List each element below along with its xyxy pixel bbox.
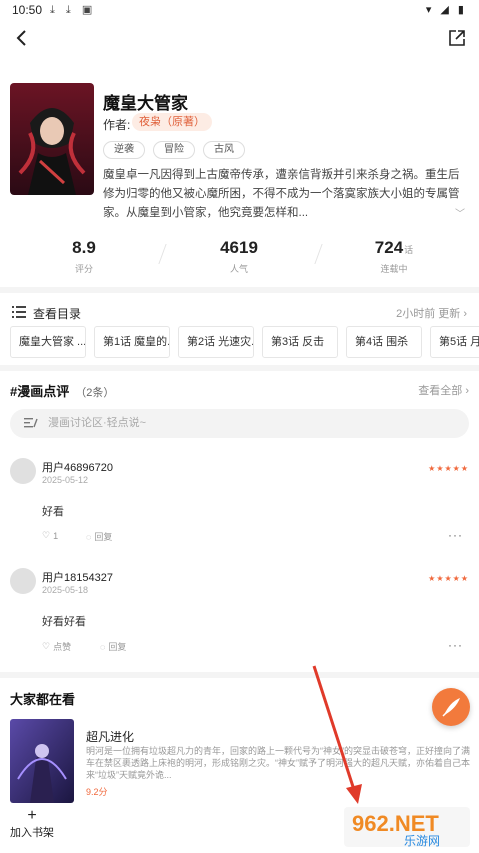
add-shelf-label: 加入书架 bbox=[10, 827, 54, 839]
comment-date: 2025-05-18 bbox=[42, 585, 89, 595]
rating-stars: ★★★★★ bbox=[428, 574, 469, 583]
recommend-name[interactable]: 超凡进化 bbox=[86, 728, 134, 745]
discussion-placeholder: 漫画讨论区·轻点说~ bbox=[48, 417, 147, 429]
watermark-text: 962.NET bbox=[352, 811, 439, 836]
stats-row: 8.9 评分 4619 人气 724话 连载中 bbox=[0, 238, 479, 278]
recommend-cover[interactable] bbox=[10, 719, 74, 803]
recommend-score: 9.2分 bbox=[86, 787, 108, 797]
signal-battery-icons: ▾ ◢ ▮ bbox=[425, 4, 467, 16]
stat-label: 连载中 bbox=[380, 264, 408, 274]
tag[interactable]: 逆袭 bbox=[103, 141, 145, 159]
recommend-title: 大家都在看 bbox=[10, 692, 76, 707]
stat-divider bbox=[158, 244, 167, 264]
stat-value: 724 bbox=[374, 238, 404, 257]
share-icon[interactable] bbox=[447, 28, 467, 48]
list-icon bbox=[12, 306, 26, 318]
watermark-sub: 乐游网 bbox=[404, 834, 440, 848]
reply-label: 回复 bbox=[108, 642, 127, 652]
chevron-right-icon: › bbox=[465, 385, 469, 397]
chevron-down-icon[interactable]: ﹀ bbox=[455, 205, 465, 220]
tag-list: 逆袭 冒险 古风 bbox=[103, 141, 245, 159]
catalog-row[interactable]: 查看目录 2小时前 更新 › bbox=[0, 303, 479, 323]
book-description[interactable]: 魔皇卓一凡因得到上古魔帝传承，遭亲信背叛并引来杀身之祸。重生后修为归零的他又被心… bbox=[103, 166, 468, 223]
catalog-update: 2小时前 更新 › bbox=[396, 305, 467, 321]
comment-date: 2025-05-12 bbox=[42, 475, 89, 485]
section-divider bbox=[0, 365, 479, 371]
stat-rating: 8.9 评分 bbox=[34, 238, 134, 275]
like-count: 1 bbox=[53, 530, 59, 541]
book-cover bbox=[10, 83, 94, 195]
avatar[interactable] bbox=[10, 568, 36, 594]
chapter-list: 魔皇大管家 ... 第1话 魔皇的... 第2话 光速灾... 第3话 反击 第… bbox=[10, 326, 479, 358]
chapter-item[interactable]: 第2话 光速灾... bbox=[178, 326, 254, 358]
chapter-item[interactable]: 第5话 月 bbox=[430, 326, 479, 358]
like-button[interactable]: ♡ 1 bbox=[42, 530, 58, 541]
chat-bubble-icon: ◌ bbox=[86, 531, 92, 542]
reply-button[interactable]: ◌ 回复 bbox=[100, 640, 126, 653]
chapter-item[interactable]: 第4话 围杀 bbox=[346, 326, 422, 358]
rating-stars: ★★★★★ bbox=[428, 464, 469, 473]
like-button[interactable]: ♡ 点赞 bbox=[42, 640, 71, 653]
heart-icon: ♡ bbox=[42, 641, 51, 651]
author-chip[interactable]: 夜枭（原著） bbox=[132, 113, 212, 131]
top-bar bbox=[0, 24, 479, 54]
comment-text: 好看好看 bbox=[42, 616, 86, 628]
write-comment-button[interactable] bbox=[432, 688, 470, 726]
chevron-right-icon: › bbox=[463, 308, 467, 320]
reply-button[interactable]: ◌ 回复 bbox=[86, 530, 112, 543]
discussion-input[interactable]: 漫画讨论区·轻点说~ bbox=[10, 409, 469, 438]
add-to-shelf-button[interactable]: + 加入书架 bbox=[8, 808, 56, 840]
recommend-description: 明河是一位拥有垃圾超凡力的青年，回家的路上一颗代号为“神女”的突显击破苍穹，正好… bbox=[86, 746, 470, 780]
section-divider bbox=[0, 287, 479, 293]
feather-pen-icon bbox=[442, 698, 460, 717]
comments-count: （2条） bbox=[75, 387, 115, 399]
like-label: 点赞 bbox=[53, 642, 72, 652]
update-text: 2小时前 更新 bbox=[396, 308, 461, 320]
watermark-logo: 962.NET 乐游网 bbox=[342, 805, 472, 849]
stat-popularity: 4619 人气 bbox=[189, 238, 289, 275]
heart-icon: ♡ bbox=[42, 530, 51, 540]
tag[interactable]: 冒险 bbox=[153, 141, 195, 159]
more-options-icon[interactable]: ··· bbox=[448, 528, 463, 542]
chapter-item[interactable]: 魔皇大管家 ... bbox=[10, 326, 86, 358]
comment-text: 好看 bbox=[42, 506, 64, 518]
see-all-text: 查看全部 bbox=[418, 385, 463, 397]
catalog-label: 查看目录 bbox=[33, 307, 82, 321]
see-all-link[interactable]: 查看全部 › bbox=[418, 382, 469, 398]
download-notification-icons: ⤓ ⤓ ▣ bbox=[50, 4, 97, 16]
stat-value: 4619 bbox=[220, 238, 258, 257]
avatar[interactable] bbox=[10, 458, 36, 484]
comment-username[interactable]: 用户18154327 bbox=[42, 569, 113, 585]
stat-label: 评分 bbox=[74, 264, 93, 274]
status-bar: 10:50 ⤓ ⤓ ▣ ▾ ◢ ▮ bbox=[0, 0, 479, 20]
section-divider bbox=[0, 672, 479, 678]
reply-label: 回复 bbox=[94, 532, 113, 542]
plus-icon: + bbox=[27, 807, 37, 824]
more-options-icon[interactable]: ··· bbox=[448, 638, 463, 652]
back-icon[interactable] bbox=[12, 28, 32, 48]
chapter-item[interactable]: 第3话 反击 bbox=[262, 326, 338, 358]
edit-list-icon bbox=[24, 418, 38, 428]
chapter-item[interactable]: 第1话 魔皇的... bbox=[94, 326, 170, 358]
book-title: 魔皇大管家 bbox=[103, 94, 188, 113]
stat-chapters: 724话 连载中 bbox=[344, 238, 444, 275]
comment-username[interactable]: 用户46896720 bbox=[42, 459, 113, 475]
stat-value: 8.9 bbox=[72, 238, 96, 257]
tag[interactable]: 古风 bbox=[203, 141, 245, 159]
chat-bubble-icon: ◌ bbox=[100, 641, 106, 652]
author-label: 作者: bbox=[103, 118, 131, 132]
stat-unit: 话 bbox=[404, 245, 414, 255]
comments-title: #漫画点评 bbox=[10, 384, 70, 399]
stat-divider bbox=[314, 244, 323, 264]
status-time: 10:50 bbox=[12, 3, 43, 17]
comments-header: #漫画点评 （2条） bbox=[10, 381, 114, 401]
annotation-arrow bbox=[312, 665, 362, 804]
stat-label: 人气 bbox=[229, 264, 248, 274]
